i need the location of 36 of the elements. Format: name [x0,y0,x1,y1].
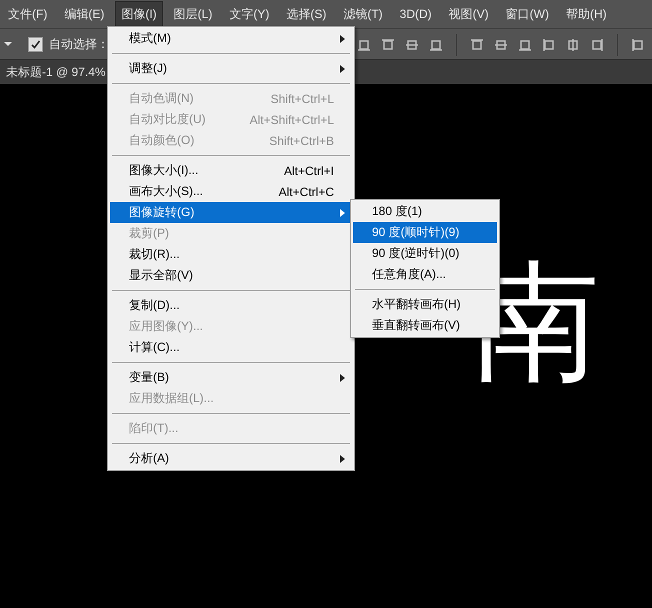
menu-bar-item[interactable]: 选择(S) [280,0,332,28]
menu-item[interactable]: 180 度(1) [353,201,497,222]
menu-item[interactable]: 图像大小(I)... Alt+Ctrl+I [110,160,352,181]
menu-item[interactable]: 变量(B) [110,367,352,388]
menu-item[interactable]: 裁切(R)... [110,244,352,265]
menu-bar-item[interactable]: 滤镜(T) [337,0,389,28]
auto-select-label: 自动选择： [49,36,109,52]
menu-item[interactable]: 90 度(顺时针)(9) [353,222,497,243]
menu-item[interactable]: 调整(J) [110,58,352,79]
align-icon[interactable] [469,37,485,53]
document-tab[interactable]: 未标题-1 @ 97.4% [6,64,106,80]
align-icon[interactable] [630,37,646,53]
menu-bar-item[interactable]: 编辑(E) [58,0,110,28]
menu-item[interactable]: 水平翻转画布(H) [353,294,497,315]
menu-item[interactable]: 图像旋转(G) [110,202,352,223]
menu-item[interactable]: 分析(A) [110,448,352,469]
menu-item[interactable]: 任意角度(A)... [353,264,497,285]
menu-item[interactable]: 垂直翻转画布(V) [353,315,497,336]
menu-bar-item[interactable]: 视图(V) [442,0,495,28]
menu-item[interactable]: 画布大小(S)... Alt+Ctrl+C [110,181,352,202]
menu-item[interactable]: 显示全部(V) [110,265,352,286]
menu-item[interactable]: 模式(M) [110,28,352,49]
dropdown-caret-icon[interactable] [4,41,12,47]
menu-bar-item[interactable]: 文件(F) [2,0,54,28]
menu-bar-item[interactable]: 帮助(H) [560,0,613,28]
menu-item[interactable]: 计算(C)... [110,337,352,358]
menu-bar-item[interactable]: 3D(D) [394,2,438,26]
menu-item[interactable]: 90 度(逆时针)(0) [353,243,497,264]
menu-bar-item[interactable]: 窗口(W) [500,0,555,28]
align-icon[interactable] [541,37,557,53]
menu-bar-item[interactable]: 图像(I) [115,0,163,28]
menu-bar-item[interactable]: 图层(L) [168,0,218,28]
menu-bar-item[interactable]: 文字(Y) [223,0,276,28]
auto-select-checkbox[interactable] [28,36,43,52]
align-icon[interactable] [380,37,396,53]
menu-item[interactable]: 复制(D)... [110,295,352,316]
